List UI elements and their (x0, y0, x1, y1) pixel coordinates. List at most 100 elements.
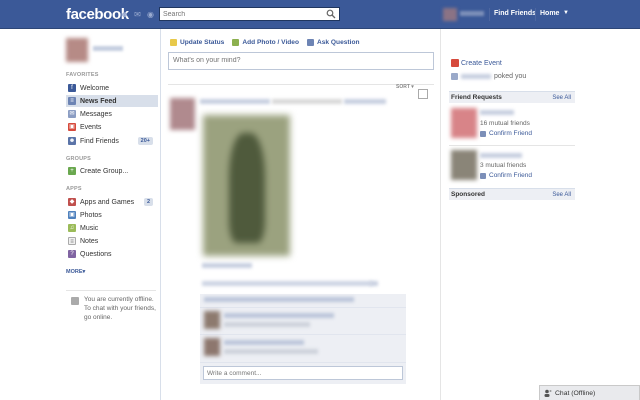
sidebar-item-label: Questions (80, 250, 112, 258)
top-bar: facebook ☻ ✉ ◉ Find Friends Home ▼ (0, 0, 640, 29)
notes-icon: ≡ (68, 237, 76, 245)
comment-avatar[interactable] (204, 338, 220, 356)
questions-icon: ? (68, 250, 76, 258)
sidebar-item-create-group[interactable]: + Create Group... (66, 165, 158, 177)
tab-add-photo-video[interactable]: Add Photo / Video (232, 37, 299, 47)
sidebar-item-news-feed[interactable]: ≡ News Feed (66, 95, 158, 107)
sidebar-item-find-friends[interactable]: ☻ Find Friends 20+ (66, 135, 158, 147)
sort-link[interactable]: SORT ▾ (396, 84, 414, 90)
comment-input[interactable] (207, 370, 399, 377)
favorites-heading: FAVORITES (66, 72, 99, 78)
home-link[interactable]: Home (540, 10, 559, 17)
apps-games-icon: ◆ (68, 198, 76, 206)
friend-requests-title: Friend Requests (451, 94, 502, 101)
sidebar-item-questions[interactable]: ? Questions (66, 248, 158, 260)
chat-bar[interactable]: Chat (Offline) (539, 385, 640, 400)
calendar-icon (451, 59, 459, 67)
create-event-link[interactable]: Create Event (461, 60, 502, 67)
find-friends-count-badge: 20+ (137, 137, 153, 145)
post-share-icon[interactable] (370, 281, 378, 286)
post-photo[interactable] (203, 115, 290, 256)
divider (200, 334, 406, 335)
divider (160, 29, 161, 400)
status-composer[interactable] (168, 52, 434, 70)
search-box[interactable] (159, 7, 340, 21)
friend-requests-header: Friend Requests See All (449, 91, 575, 103)
sidebar-item-label: Find Friends (80, 137, 119, 145)
divider (489, 8, 490, 21)
post-author-avatar[interactable] (170, 98, 195, 130)
sidebar-item-notes[interactable]: ≡ Notes (66, 235, 158, 247)
divider (168, 84, 434, 85)
poked-you-text: poked you (494, 73, 527, 80)
divider (535, 8, 536, 21)
account-menu-chevron-down-icon[interactable]: ▼ (563, 10, 569, 16)
confirm-friend-button[interactable]: Confirm Friend (480, 172, 532, 179)
divider (440, 29, 441, 400)
friend-requests-jewel-icon[interactable]: ☻ (120, 10, 129, 19)
poke-icon (451, 73, 458, 80)
sidebar-item-label: Notes (80, 237, 99, 245)
chat-label: Chat (Offline) (555, 389, 596, 397)
sidebar-item-label: Events (80, 123, 102, 131)
confirm-friend-button[interactable]: Confirm Friend (480, 130, 532, 137)
status-input[interactable] (173, 57, 429, 64)
add-friend-icon (480, 130, 486, 137)
request-mutual-friends[interactable]: 16 mutual friends (480, 120, 530, 127)
sidebar-item-photos[interactable]: ▣ Photos (66, 209, 158, 221)
post-photo-caption-link[interactable] (202, 263, 252, 268)
divider (200, 362, 406, 363)
apps-count-badge: 2 (143, 198, 153, 206)
chat-offline-notice: You are currently offline. To chat with … (66, 290, 156, 322)
post-author-name[interactable] (200, 99, 270, 104)
apps-heading: APPS (66, 186, 82, 192)
request-mutual-friends[interactable]: 3 mutual friends (480, 162, 526, 169)
sidebar-item-messages[interactable]: ✉ Messages (66, 108, 158, 120)
sidebar-item-apps-and-games[interactable]: ◆ Apps and Games 2 (66, 196, 158, 208)
comment-avatar[interactable] (204, 311, 220, 329)
photo-icon (232, 38, 240, 46)
sidebar-item-music[interactable]: ♫ Music (66, 222, 158, 234)
request-name[interactable] (480, 153, 522, 158)
tab-update-status[interactable]: Update Status (170, 37, 224, 47)
find-friends-icon: ☻ (68, 137, 76, 145)
sponsored-see-all-link[interactable]: See All (552, 192, 571, 198)
search-icon[interactable] (326, 9, 336, 19)
notifications-jewel-icon[interactable]: ◉ (146, 10, 155, 19)
chat-icon (71, 297, 79, 305)
find-friends-link[interactable]: Find Friends (494, 10, 536, 17)
comment-text (224, 313, 334, 318)
sidebar-item-welcome[interactable]: f Welcome (66, 82, 158, 94)
tab-ask-question[interactable]: Ask Question (307, 37, 360, 47)
post-album-link[interactable] (344, 99, 386, 104)
groups-heading: GROUPS (66, 156, 92, 162)
create-group-icon: + (68, 167, 76, 175)
request-name[interactable] (480, 110, 514, 115)
photos-icon: ▣ (68, 211, 76, 219)
comment-meta (224, 322, 310, 327)
request-avatar[interactable] (451, 150, 477, 180)
divider (449, 145, 575, 146)
post-text (272, 99, 342, 104)
search-input[interactable] (160, 8, 320, 20)
poker-name[interactable] (461, 74, 491, 79)
sidebar-profile-avatar[interactable] (66, 38, 88, 62)
likes-line[interactable] (204, 297, 354, 302)
request-avatar[interactable] (451, 108, 477, 138)
sidebar-more-link[interactable]: MORE▾ (66, 269, 85, 275)
messages-icon: ✉ (68, 110, 76, 118)
sidebar-profile-name[interactable] (93, 46, 123, 51)
chat-user-icon (544, 389, 552, 397)
question-icon (307, 38, 314, 46)
friend-requests-see-all-link[interactable]: See All (552, 95, 571, 101)
sidebar-item-events[interactable]: ▣ Events (66, 121, 158, 133)
profile-avatar[interactable] (443, 8, 457, 21)
comment-box[interactable] (203, 366, 403, 380)
profile-name-link[interactable] (460, 11, 484, 16)
messages-jewel-icon[interactable]: ✉ (133, 10, 142, 19)
composer-tabs: Update Status Add Photo / Video Ask Ques… (170, 37, 360, 47)
feed-options-chevron-down-icon[interactable] (418, 89, 428, 99)
music-icon: ♫ (68, 224, 76, 232)
comment-text (224, 340, 304, 345)
post-actions-row[interactable] (202, 281, 372, 286)
